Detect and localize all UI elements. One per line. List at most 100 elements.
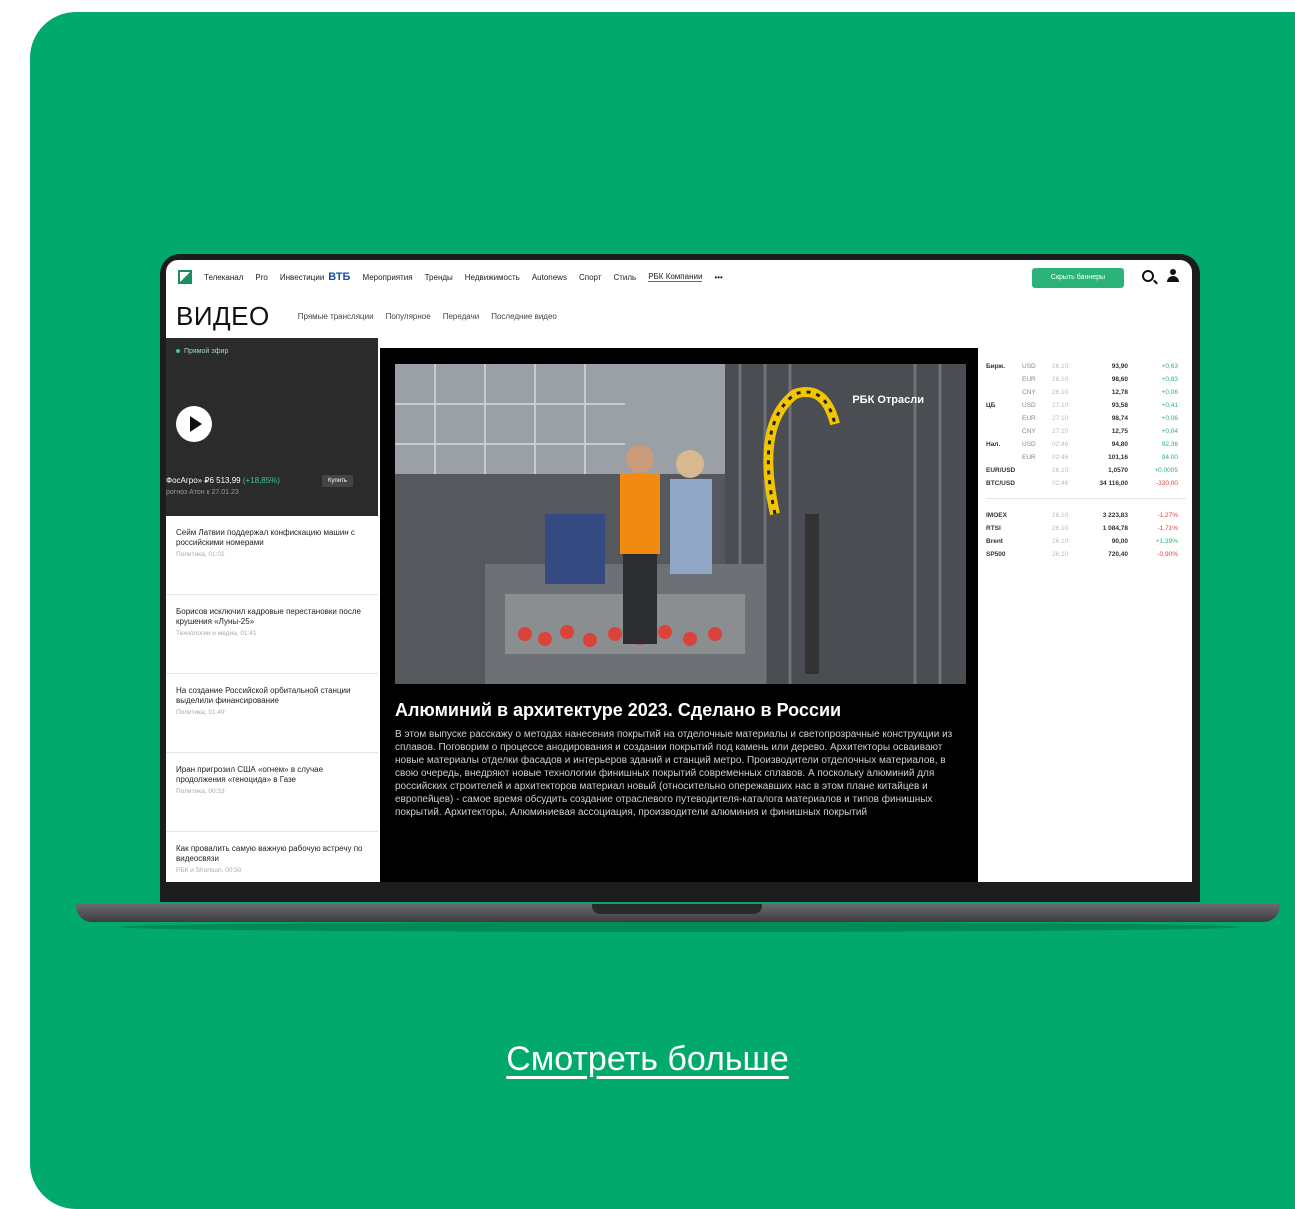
rate-value: 34 116,00 bbox=[1099, 480, 1128, 487]
rate-group: EUR/USD bbox=[986, 467, 1016, 474]
live-player[interactable]: Прямой эфир ФосАгро» ₽6 513,99 (+18,85%)… bbox=[166, 338, 378, 516]
rate-group: ЦБ bbox=[986, 402, 996, 409]
rate-date: 02:46 bbox=[1052, 441, 1069, 448]
index-date: 26.10 bbox=[1052, 512, 1069, 519]
index-value: 1 084,78 bbox=[1102, 525, 1128, 532]
index-change: -1,27% bbox=[1157, 512, 1178, 519]
rate-group: BTC/USD bbox=[986, 480, 1015, 487]
index-change: +1,39% bbox=[1155, 538, 1178, 545]
factory-scene-image bbox=[395, 364, 966, 684]
nav-item-sport[interactable]: Спорт bbox=[579, 273, 602, 282]
currency-rates-widget: Бирж. USD 26.10 93,90 +0,63 EUR 26.10 98,60 +0,8… bbox=[986, 360, 1186, 561]
rate-row: EUR 26.10 98,60 +0,83 bbox=[986, 373, 1186, 386]
live-label: Прямой эфир bbox=[176, 348, 228, 355]
nav-item-trends[interactable]: Тренды bbox=[425, 273, 453, 282]
rbc-logo-icon[interactable] bbox=[178, 270, 192, 284]
nav-item-style[interactable]: Стиль bbox=[613, 273, 636, 282]
rates-table: Бирж. USD 26.10 93,90 +0,63 EUR 26.10 98,60 +0,8… bbox=[986, 360, 1186, 490]
index-date: 26.10 bbox=[1052, 538, 1069, 545]
tab-shows[interactable]: Передачи bbox=[443, 312, 480, 321]
rate-currency: USD bbox=[1022, 402, 1036, 409]
news-meta: Политика, 01:49 bbox=[176, 709, 225, 716]
tab-latest[interactable]: Последние видео bbox=[491, 312, 557, 321]
index-date: 26.10 bbox=[1052, 551, 1069, 558]
user-icon[interactable] bbox=[1166, 269, 1180, 283]
ticker-subtitle: рогноз Атон к 27.01.23 bbox=[166, 489, 239, 496]
rate-value: 98,74 bbox=[1111, 415, 1128, 422]
laptop-screen: Телеканал Pro Инвестиции ВТБ Мероприятия… bbox=[166, 260, 1192, 882]
rate-date: 26.10 bbox=[1052, 389, 1069, 396]
video-player[interactable]: РБК Отрасли Алюминий в архитектуре 2023.… bbox=[380, 348, 978, 882]
nav-item-investments[interactable]: Инвестиции bbox=[280, 273, 324, 282]
rate-change: 94.00 bbox=[1161, 454, 1178, 461]
buy-button[interactable]: Купить bbox=[322, 475, 353, 487]
section-navigation: ВИДЕО Прямые трансляции Популярное Перед… bbox=[166, 296, 1192, 336]
index-date: 26.10 bbox=[1052, 525, 1069, 532]
rate-value: 101,16 bbox=[1108, 454, 1128, 461]
rates-divider bbox=[986, 498, 1186, 499]
index-name: RTSI bbox=[986, 525, 1001, 532]
rate-date: 02:46 bbox=[1052, 480, 1069, 487]
rate-change: +0,63 bbox=[1161, 363, 1178, 370]
rate-change: +0,41 bbox=[1161, 402, 1178, 409]
rate-value: 93,58 bbox=[1111, 402, 1128, 409]
laptop-shadow bbox=[120, 922, 1240, 932]
tab-popular[interactable]: Популярное bbox=[386, 312, 431, 321]
laptop-notch bbox=[592, 904, 762, 914]
rate-row: Нал. USD 02:46 94,80 92,36 bbox=[986, 438, 1186, 451]
rate-row: CNY 26.10 12,78 +0,06 bbox=[986, 386, 1186, 399]
nav-item-events[interactable]: Мероприятия bbox=[362, 273, 412, 282]
rate-value: 98,60 bbox=[1111, 376, 1128, 383]
video-thumbnail[interactable]: РБК Отрасли bbox=[395, 364, 966, 684]
top-navigation: Телеканал Pro Инвестиции ВТБ Мероприятия… bbox=[166, 260, 1192, 294]
rate-row: CNY 27.10 12,75 +0,04 bbox=[986, 425, 1186, 438]
more-icon[interactable]: ••• bbox=[714, 273, 722, 282]
nav-item-tv[interactable]: Телеканал bbox=[204, 273, 243, 282]
hide-banners-button[interactable]: Скрыть баннеры bbox=[1032, 268, 1124, 288]
news-meta: Технологии и медиа, 01:41 bbox=[176, 630, 257, 637]
index-change: -0,90% bbox=[1157, 551, 1178, 558]
see-more-link[interactable]: Смотреть больше bbox=[0, 1040, 1295, 1079]
rate-row: EUR 27.10 98,74 +0,06 bbox=[986, 412, 1186, 425]
video-title: Алюминий в архитектуре 2023. Сделано в Р… bbox=[395, 700, 842, 720]
nav-item-pro[interactable]: Pro bbox=[255, 273, 267, 282]
rate-change: 92,36 bbox=[1161, 441, 1178, 448]
nav-item-autonews[interactable]: Autonews bbox=[532, 273, 567, 282]
nav-item-companies[interactable]: РБК Компании bbox=[648, 272, 703, 282]
rate-currency: CNY bbox=[1022, 389, 1036, 396]
search-icon[interactable] bbox=[1142, 270, 1154, 282]
play-icon[interactable] bbox=[176, 406, 212, 442]
rate-currency: EUR bbox=[1022, 454, 1036, 461]
tab-live[interactable]: Прямые трансляции bbox=[298, 312, 374, 321]
index-row: SP500 26.10 720,40 -0,90% bbox=[986, 548, 1186, 561]
rate-date: 27.10 bbox=[1052, 415, 1069, 422]
index-name: SP500 bbox=[986, 551, 1006, 558]
news-item[interactable]: Сейм Латвии поддержал конфискацию машин … bbox=[166, 516, 378, 595]
index-row: IMOEX 26.10 3 223,83 -1,27% bbox=[986, 509, 1186, 522]
news-item[interactable]: Как провалить самую важную рабочую встре… bbox=[166, 832, 378, 882]
nav-item-realty[interactable]: Недвижимость bbox=[465, 273, 520, 282]
vtb-logo[interactable]: ВТБ bbox=[328, 271, 350, 283]
rate-group: Бирж. bbox=[986, 363, 1005, 370]
news-item[interactable]: Иран пригрозил США «огнем» в случае прод… bbox=[166, 753, 378, 832]
index-value: 3 223,83 bbox=[1102, 512, 1128, 519]
live-dot-icon bbox=[176, 349, 180, 353]
rate-change: +0,0005 bbox=[1154, 467, 1178, 474]
rate-value: 12,78 bbox=[1111, 389, 1128, 396]
rate-value: 12,75 bbox=[1111, 428, 1128, 435]
rate-row: BTC/USD 02:46 34 116,00 -330,00 bbox=[986, 477, 1186, 490]
indices-table: IMOEX 26.10 3 223,83 -1,27% RTSI 26.10 1 084,7… bbox=[986, 509, 1186, 561]
news-item[interactable]: На создание Российской орбитальной станц… bbox=[166, 674, 378, 753]
news-item[interactable]: Борисов исключил кадровые перестановки п… bbox=[166, 595, 378, 674]
rate-change: +0,06 bbox=[1161, 415, 1178, 422]
left-sidebar: Прямой эфир ФосАгро» ₽6 513,99 (+18,85%)… bbox=[166, 338, 378, 882]
index-name: IMOEX bbox=[986, 512, 1007, 519]
news-meta: РБК и Shortson, 00:50 bbox=[176, 867, 242, 874]
rate-change: +0,04 bbox=[1161, 428, 1178, 435]
index-change: -1,71% bbox=[1157, 525, 1178, 532]
rate-date: 27.10 bbox=[1052, 402, 1069, 409]
rate-group: Нал. bbox=[986, 441, 1001, 448]
rate-date: 27.10 bbox=[1052, 428, 1069, 435]
rate-currency: EUR bbox=[1022, 376, 1036, 383]
index-row: Brent 26.10 90,00 +1,39% bbox=[986, 535, 1186, 548]
